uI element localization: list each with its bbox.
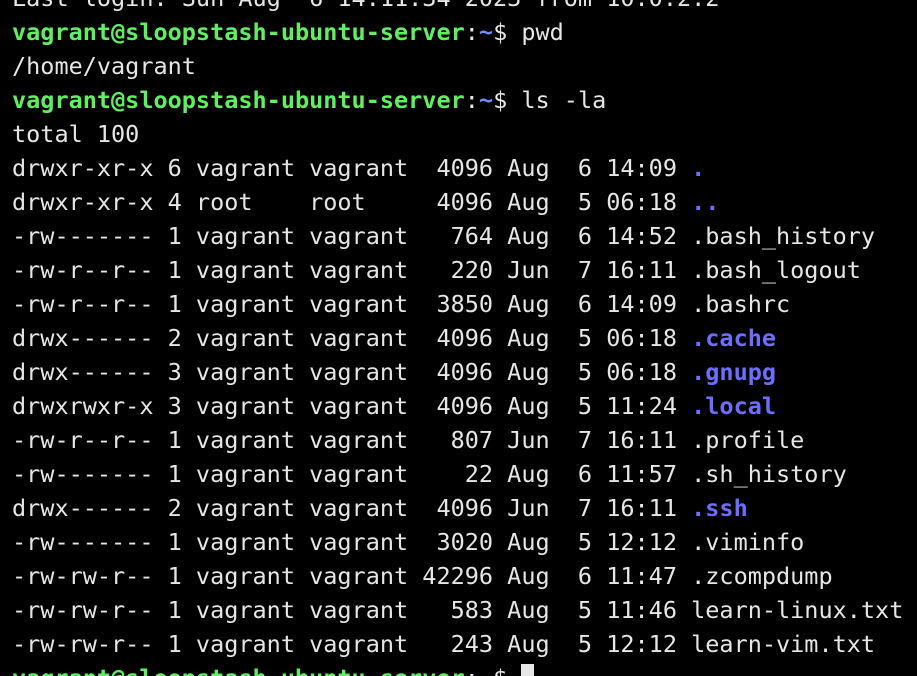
listing-row: drwxr-xr-x 4 root root 4096 Aug 5 06:18 … — [12, 185, 917, 219]
listing-row: drwx------ 3 vagrant vagrant 4096 Aug 5 … — [12, 355, 917, 389]
listing-name: .bashrc — [691, 290, 791, 318]
prompt-separator: : — [465, 664, 479, 676]
prompt-line-pwd: vagrant@sloopstash-ubuntu-server:~$ pwd — [12, 15, 917, 49]
listing-details: drwxrwxr-x 3 vagrant vagrant 4096 Aug 5 … — [12, 392, 692, 420]
prompt-symbol: $ — [493, 18, 522, 46]
listing-details: -rw-rw-r-- 1 vagrant vagrant 583 Aug 5 1… — [12, 596, 692, 624]
last-login-line: Last login: Sun Aug 6 14:11:34 2023 from… — [12, 0, 917, 15]
listing-name: .viminfo — [691, 528, 805, 556]
listing-details: drwx------ 2 vagrant vagrant 4096 Aug 5 … — [12, 324, 692, 352]
prompt-user-host: vagrant@sloopstash-ubuntu-server — [12, 664, 465, 676]
listing-details: drwxr-xr-x 6 vagrant vagrant 4096 Aug 6 … — [12, 154, 692, 182]
listing-details: -rw------- 1 vagrant vagrant 22 Aug 6 11… — [12, 460, 692, 488]
listing-details: -rw-rw-r-- 1 vagrant vagrant 42296 Aug 6… — [12, 562, 692, 590]
listing-name: .. — [691, 188, 720, 216]
listing-row: -rw-rw-r-- 1 vagrant vagrant 42296 Aug 6… — [12, 559, 917, 593]
listing-row: -rw-rw-r-- 1 vagrant vagrant 583 Aug 5 1… — [12, 593, 917, 627]
listing-row: drwxr-xr-x 6 vagrant vagrant 4096 Aug 6 … — [12, 151, 917, 185]
listing-details: -rw------- 1 vagrant vagrant 764 Aug 6 1… — [12, 222, 692, 250]
listing-name: learn-linux.txt — [691, 596, 904, 624]
prompt-path: ~ — [478, 86, 494, 114]
ls-total: total 100 — [12, 120, 140, 148]
listing-row: -rw------- 1 vagrant vagrant 22 Aug 6 11… — [12, 457, 917, 491]
listing-name: .zcompdump — [691, 562, 833, 590]
listing-name: learn-vim.txt — [691, 630, 876, 658]
listing-name: .ssh — [691, 494, 748, 522]
command-text: ls -la — [521, 86, 607, 114]
prompt-symbol: $ — [493, 664, 521, 676]
listing-name: .local — [691, 392, 777, 420]
prompt-user-host: vagrant@sloopstash-ubuntu-server — [12, 18, 465, 46]
prompt-path: ~ — [479, 664, 493, 676]
listing-row: -rw------- 1 vagrant vagrant 3020 Aug 5 … — [12, 525, 917, 559]
listing-name: . — [691, 154, 706, 182]
listing-row: drwx------ 2 vagrant vagrant 4096 Jun 7 … — [12, 491, 917, 525]
listing-row: drwxrwxr-x 3 vagrant vagrant 4096 Aug 5 … — [12, 389, 917, 423]
listing-details: drwxr-xr-x 4 root root 4096 Aug 5 06:18 — [12, 188, 692, 216]
prompt-path: ~ — [478, 18, 494, 46]
listing-row: -rw-r--r-- 1 vagrant vagrant 807 Jun 7 1… — [12, 423, 917, 457]
listing-details: -rw-r--r-- 1 vagrant vagrant 3850 Aug 6 … — [12, 290, 692, 318]
listing-details: -rw-r--r-- 1 vagrant vagrant 807 Jun 7 1… — [12, 426, 692, 454]
listing-details: -rw-rw-r-- 1 vagrant vagrant 243 Aug 5 1… — [12, 630, 692, 658]
listing-name: .sh_history — [691, 460, 847, 488]
listing-name: .gnupg — [691, 358, 777, 386]
listing-name: .bash_logout — [691, 256, 861, 284]
listing-row: -rw-r--r-- 1 vagrant vagrant 3850 Aug 6 … — [12, 287, 917, 321]
prompt-line-current[interactable]: vagrant@sloopstash-ubuntu-server:~$ — [12, 661, 917, 676]
terminal-output: Last login: Sun Aug 6 14:11:34 2023 from… — [12, 0, 917, 676]
listing-details: drwx------ 3 vagrant vagrant 4096 Aug 5 … — [12, 358, 692, 386]
terminal-window[interactable]: Last login: Sun Aug 6 14:11:34 2023 from… — [0, 0, 917, 676]
prompt-line-ls: vagrant@sloopstash-ubuntu-server:~$ ls -… — [12, 83, 917, 117]
listing-row: -rw-rw-r-- 1 vagrant vagrant 243 Aug 5 1… — [12, 627, 917, 661]
text-cursor[interactable] — [521, 664, 535, 676]
listing-name: .profile — [691, 426, 805, 454]
command-text: pwd — [521, 18, 564, 46]
listing-row: drwx------ 2 vagrant vagrant 4096 Aug 5 … — [12, 321, 917, 355]
listing-row: -rw------- 1 vagrant vagrant 764 Aug 6 1… — [12, 219, 917, 253]
pwd-output: /home/vagrant — [12, 52, 196, 80]
listing-name: .bash_history — [691, 222, 876, 250]
prompt-symbol: $ — [493, 86, 522, 114]
prompt-separator: : — [464, 86, 479, 114]
listing-details: drwx------ 2 vagrant vagrant 4096 Jun 7 … — [12, 494, 692, 522]
listing-details: -rw-r--r-- 1 vagrant vagrant 220 Jun 7 1… — [12, 256, 692, 284]
listing-row: -rw-r--r-- 1 vagrant vagrant 220 Jun 7 1… — [12, 253, 917, 287]
listing-details: -rw------- 1 vagrant vagrant 3020 Aug 5 … — [12, 528, 692, 556]
listing-name: .cache — [691, 324, 777, 352]
prompt-separator: : — [464, 18, 479, 46]
prompt-user-host: vagrant@sloopstash-ubuntu-server — [12, 86, 465, 114]
